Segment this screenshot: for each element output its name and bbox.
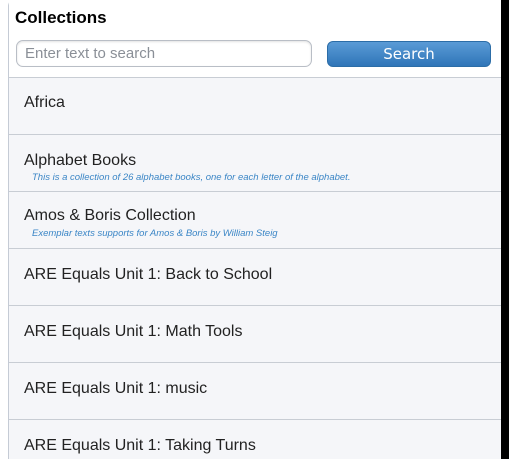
collections-panel: Collections Search Africa Alphabet Books…	[8, 0, 502, 459]
list-item-are-math-tools[interactable]: ARE Equals Unit 1: Math Tools	[9, 306, 502, 363]
list-item-are-music[interactable]: ARE Equals Unit 1: music	[9, 363, 502, 420]
list-item-alphabet-books[interactable]: Alphabet Books This is a collection of 2…	[9, 135, 502, 192]
list-item-title: ARE Equals Unit 1: Math Tools	[24, 323, 243, 340]
collections-page: Collections Search Africa Alphabet Books…	[0, 0, 509, 459]
list-item-title: Alphabet Books	[24, 152, 137, 169]
list-item-are-taking-turns[interactable]: ARE Equals Unit 1: Taking Turns	[9, 420, 502, 459]
page-title: Collections	[15, 8, 107, 27]
list-item-title: Amos & Boris Collection	[24, 207, 196, 224]
list-item-title: ARE Equals Unit 1: Back to School	[24, 266, 273, 283]
list-item-title: ARE Equals Unit 1: Taking Turns	[24, 437, 256, 454]
search-button[interactable]: Search	[327, 41, 491, 67]
collections-header: Collections Search	[9, 0, 502, 78]
list-item-description: This is a collection of 26 alphabet book…	[32, 172, 351, 183]
list-item-amos-boris[interactable]: Amos & Boris Collection Exemplar texts s…	[9, 192, 502, 249]
collections-list: Africa Alphabet Books This is a collecti…	[9, 77, 502, 459]
window-edge	[501, 0, 509, 459]
list-item-are-back-to-school[interactable]: ARE Equals Unit 1: Back to School	[9, 249, 502, 306]
list-item-title: Africa	[24, 94, 65, 111]
list-item-title: ARE Equals Unit 1: music	[24, 380, 208, 397]
list-item-africa[interactable]: Africa	[9, 78, 502, 135]
list-item-description: Exemplar texts supports for Amos & Boris…	[32, 228, 278, 239]
search-input[interactable]	[16, 40, 312, 67]
